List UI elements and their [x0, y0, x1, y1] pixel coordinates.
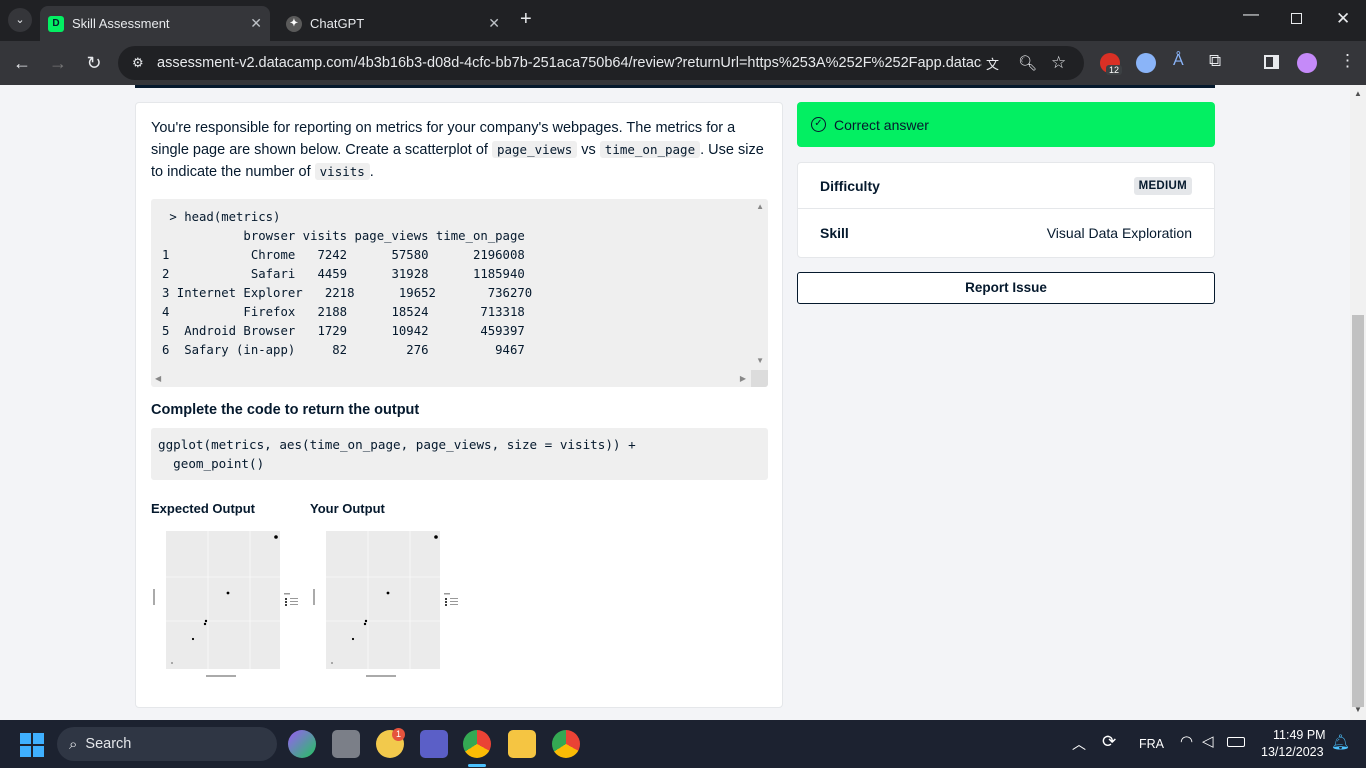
battery-icon[interactable] — [1227, 737, 1245, 747]
close-tab-icon[interactable]: ✕ — [250, 15, 262, 32]
correct-answer-text: Correct answer — [834, 116, 929, 133]
copilot-icon[interactable] — [288, 730, 316, 758]
tab-chatgpt[interactable]: ✦ ChatGPT ✕ — [278, 6, 508, 41]
weather-badge: 1 — [392, 728, 405, 741]
tab-search-button[interactable]: ⌄ — [8, 8, 32, 32]
check-circle-icon: ✓ — [811, 117, 826, 132]
complete-code-heading: Complete the code to return the output — [151, 402, 420, 418]
url-text[interactable]: assessment-v2.datacamp.com/4b3b16b3-d08d… — [157, 55, 982, 71]
tray-overflow-icon[interactable]: ︿ — [1072, 734, 1086, 754]
skill-label: Skill — [820, 225, 849, 241]
question-text: You're responsible for reporting on metr… — [151, 120, 764, 180]
language-indicator[interactable]: FRA — [1139, 737, 1164, 751]
vertical-scroll-up-icon[interactable]: ▲ — [756, 202, 764, 211]
your-output-label: Your Output — [310, 501, 385, 516]
chatgpt-favicon: ✦ — [286, 15, 302, 32]
search-icon: ⌕ — [69, 735, 78, 753]
bookmark-star-icon[interactable]: ☆ — [1051, 53, 1066, 73]
address-bar-area: ← → ↻ ⚙ assessment-v2.datacamp.com/4b3b1… — [0, 41, 1366, 85]
volume-icon[interactable]: ◁ — [1202, 732, 1214, 750]
extensions-puzzle-icon[interactable]: ⧉ — [1209, 51, 1221, 71]
tab-title: ChatGPT — [310, 16, 365, 31]
menu-icon[interactable]: ⋮ — [1339, 51, 1356, 71]
notification-bell-icon[interactable]: 🔔︎ — [1331, 733, 1350, 751]
extension-icon[interactable] — [1136, 53, 1156, 73]
chrome-profile-icon[interactable] — [552, 730, 580, 758]
page-scrollbar[interactable]: ▲ ▼ — [1350, 85, 1366, 720]
extension-icon[interactable]: Å — [1173, 52, 1184, 70]
report-issue-button[interactable]: Report Issue — [797, 272, 1215, 304]
task-view-icon[interactable] — [332, 730, 360, 758]
correct-answer-banner: ✓ Correct answer — [797, 102, 1215, 147]
difficulty-label: Difficulty — [820, 177, 880, 194]
chrome-active-indicator — [468, 764, 486, 767]
reload-icon[interactable]: ↻ — [82, 51, 106, 75]
teams-icon[interactable] — [420, 730, 448, 758]
difficulty-badge: MEDIUM — [1133, 176, 1192, 195]
console-text: > head(metrics) browser visits page_view… — [162, 210, 533, 357]
clock-time[interactable]: 11:49 PM — [1273, 728, 1326, 742]
file-explorer-icon[interactable] — [508, 730, 536, 758]
vertical-scroll-down-icon[interactable]: ▼ — [756, 356, 764, 365]
scrollbar-thumb[interactable] — [1352, 315, 1364, 707]
windows-start-icon[interactable] — [20, 733, 44, 757]
new-tab-button[interactable]: + — [520, 8, 532, 31]
clock-date[interactable]: 13/12/2023 — [1261, 745, 1324, 759]
horizontal-scroll-right-icon[interactable]: ▶ — [740, 374, 746, 383]
side-panel-icon[interactable] — [1264, 55, 1279, 69]
code-visits: visits — [314, 163, 370, 180]
skill-row: Skill Visual Data Exploration — [798, 210, 1214, 256]
code-time-on-page: time_on_page — [599, 141, 701, 158]
tab-skill-assessment[interactable]: D Skill Assessment ✕ — [40, 6, 270, 41]
your-output-plot — [313, 531, 458, 677]
top-divider — [135, 85, 1215, 88]
expected-output-plot — [153, 531, 298, 677]
chrome-icon[interactable] — [463, 730, 491, 758]
site-info-icon[interactable]: ⚙ — [132, 55, 144, 71]
zoom-icon[interactable]: 🔍︎ — [1018, 54, 1037, 72]
profile-avatar[interactable] — [1297, 53, 1317, 73]
difficulty-row: Difficulty MEDIUM — [798, 163, 1214, 209]
close-tab-icon[interactable]: ✕ — [488, 15, 500, 32]
back-icon[interactable]: ← — [10, 51, 34, 75]
sync-icon[interactable]: ⟳ — [1102, 732, 1116, 752]
wifi-icon[interactable]: ◠ — [1180, 732, 1193, 750]
scroll-up-icon[interactable]: ▲ — [1354, 89, 1362, 98]
code-line: ggplot(metrics, aes(time_on_page, page_v… — [158, 437, 636, 452]
extension-badge: 12 — [1106, 65, 1123, 75]
page-content: You're responsible for reporting on metr… — [0, 85, 1350, 720]
forward-icon[interactable]: → — [46, 51, 70, 75]
code-line: geom_point() — [158, 456, 265, 471]
tab-title: Skill Assessment — [72, 16, 170, 31]
restore-icon[interactable] — [1291, 13, 1302, 24]
console-output[interactable]: > head(metrics) browser visits page_view… — [151, 199, 768, 387]
datacamp-favicon: D — [48, 15, 64, 32]
code-block: ggplot(metrics, aes(time_on_page, page_v… — [151, 428, 768, 480]
translate-icon[interactable]: 文 — [986, 54, 999, 73]
info-card: Difficulty MEDIUM Skill Visual Data Expl… — [797, 162, 1215, 258]
omnibox[interactable]: ⚙ assessment-v2.datacamp.com/4b3b16b3-d0… — [118, 46, 1084, 80]
taskbar-search[interactable]: ⌕ Search — [57, 727, 277, 761]
code-page-views: page_views — [491, 141, 578, 158]
minimize-icon[interactable]: — — [1243, 6, 1259, 24]
scroll-corner — [751, 370, 768, 387]
horizontal-scroll-left-icon[interactable]: ◀ — [155, 374, 161, 383]
skill-value: Visual Data Exploration — [1046, 225, 1192, 241]
scroll-down-icon[interactable]: ▼ — [1354, 705, 1362, 714]
tab-bar: ⌄ D Skill Assessment ✕ ✦ ChatGPT ✕ + — ✕ — [0, 0, 1366, 41]
question-card: You're responsible for reporting on metr… — [135, 102, 783, 708]
expected-output-label: Expected Output — [151, 501, 256, 516]
taskbar: ⌕ Search 1 ︿ ⟳ FRA ◠ ◁ 11:49 PM 13/12/20… — [0, 720, 1366, 768]
close-window-icon[interactable]: ✕ — [1336, 9, 1350, 29]
